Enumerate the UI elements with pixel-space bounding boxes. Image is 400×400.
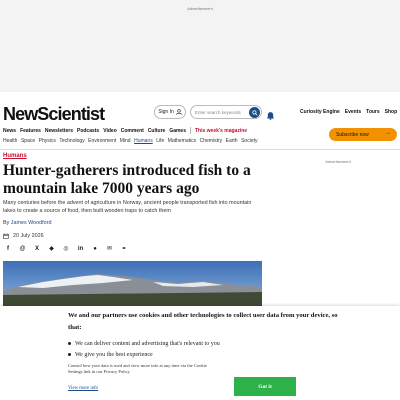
- email-icon[interactable]: ✉: [107, 245, 113, 252]
- nav-item-podcasts[interactable]: Podcasts: [77, 128, 99, 134]
- consent-bullet: We give you the best experience: [75, 351, 153, 358]
- top-link-tours[interactable]: Tours: [366, 109, 380, 115]
- nav-item-newsletters[interactable]: Newsletters: [45, 128, 73, 134]
- section-technology[interactable]: Technology: [59, 138, 84, 144]
- site-logo[interactable]: NewScientist: [3, 104, 105, 125]
- nav-item-games[interactable]: Games: [169, 128, 186, 134]
- sign-in-button[interactable]: Sign In: [154, 105, 186, 119]
- linkedin-icon[interactable]: in: [78, 246, 84, 252]
- consent-heading: We and our partners use cookies and othe…: [68, 312, 338, 331]
- x-icon[interactable]: X: [34, 246, 40, 252]
- bullet-icon: [68, 342, 71, 345]
- search-input[interactable]: Enter search keywords: [190, 105, 262, 119]
- section-physics[interactable]: Physics: [39, 138, 56, 144]
- top-ad-slot: Advertisement: [0, 0, 400, 92]
- whatsapp-icon[interactable]: ◎: [63, 245, 69, 252]
- nav-item-video[interactable]: Video: [103, 128, 117, 134]
- share-bar: f @ X ◆ ◎ in ● ✉ ⚭: [5, 245, 127, 253]
- subscribe-button[interactable]: Subscribe now →: [329, 128, 397, 141]
- author-link[interactable]: James Woodford: [11, 220, 52, 226]
- primary-nav: News Features Newsletters Podcasts Video…: [3, 127, 247, 134]
- nav-item-culture[interactable]: Culture: [148, 128, 166, 134]
- nav-divider: [190, 127, 191, 134]
- ad-label: Advertisement: [187, 6, 213, 11]
- section-environment[interactable]: Environment: [88, 138, 116, 144]
- byline: By James Woodford: [3, 220, 51, 226]
- consent-list: We can deliver content and advertising t…: [68, 338, 220, 360]
- search-icon: [251, 109, 258, 116]
- section-space[interactable]: Space: [21, 138, 35, 144]
- subscribe-label: Subscribe now: [336, 131, 369, 138]
- publish-date: 20 July 2026: [3, 233, 44, 239]
- section-humans[interactable]: Humans: [134, 138, 153, 144]
- section-mind[interactable]: Mind: [120, 138, 131, 144]
- nav-item-features[interactable]: Features: [20, 128, 41, 134]
- article-title: Hunter-gatherers introduced fish to a mo…: [3, 162, 251, 197]
- notifications-button[interactable]: [266, 107, 275, 125]
- arrow-right-icon: →: [385, 130, 391, 136]
- article-category[interactable]: Humans: [3, 153, 27, 159]
- calendar-icon: [3, 233, 9, 239]
- nav-item-comment[interactable]: Comment: [121, 128, 144, 134]
- consent-details: Control how your data is used and view m…: [68, 363, 207, 374]
- section-health[interactable]: Health: [3, 138, 17, 144]
- section-life[interactable]: Life: [156, 138, 164, 144]
- search-placeholder: Enter search keywords: [195, 109, 241, 115]
- facebook-icon[interactable]: f: [5, 246, 11, 252]
- section-mathematics[interactable]: Mathematics: [168, 138, 196, 144]
- article-standfirst: Many centuries before the advent of agri…: [3, 200, 252, 214]
- article-hero-image: [3, 261, 262, 306]
- copy-link-icon[interactable]: ⚭: [121, 245, 127, 252]
- list-item: We can deliver content and advertising t…: [68, 338, 220, 349]
- reddit-icon[interactable]: ●: [92, 246, 98, 252]
- user-icon: [176, 109, 182, 115]
- top-link-events[interactable]: Events: [345, 109, 361, 115]
- section-earth[interactable]: Earth: [226, 138, 238, 144]
- threads-icon[interactable]: @: [20, 246, 26, 252]
- section-nav: Health Space Physics Technology Environm…: [3, 138, 258, 144]
- side-ad-slot: Advertisement: [276, 150, 400, 310]
- bluesky-icon[interactable]: ◆: [49, 245, 55, 252]
- ad-label: Advertisement: [325, 159, 351, 164]
- section-chemistry[interactable]: Chemistry: [200, 138, 223, 144]
- bullet-icon: [68, 353, 71, 356]
- got-it-button[interactable]: Got it: [234, 377, 296, 396]
- byline-prefix: By: [3, 220, 10, 226]
- bell-icon: [267, 112, 274, 120]
- search-button[interactable]: [249, 107, 260, 118]
- list-item: We give you the best experience: [68, 349, 220, 360]
- top-links: Curiosity Engine Events Tours Shop: [300, 109, 397, 115]
- top-link-shop[interactable]: Shop: [385, 109, 398, 115]
- date-text: 20 July 2026: [13, 233, 44, 239]
- top-link-curiosity-engine[interactable]: Curiosity Engine: [300, 109, 340, 115]
- sign-in-label: Sign In: [158, 109, 174, 115]
- nav-item-news[interactable]: News: [3, 128, 16, 134]
- consent-bullet: We can deliver content and advertising t…: [75, 340, 220, 347]
- view-more-info-link[interactable]: View more info: [68, 386, 98, 391]
- section-society[interactable]: Society: [241, 138, 257, 144]
- nav-item-magazine[interactable]: This week's magazine: [195, 128, 247, 134]
